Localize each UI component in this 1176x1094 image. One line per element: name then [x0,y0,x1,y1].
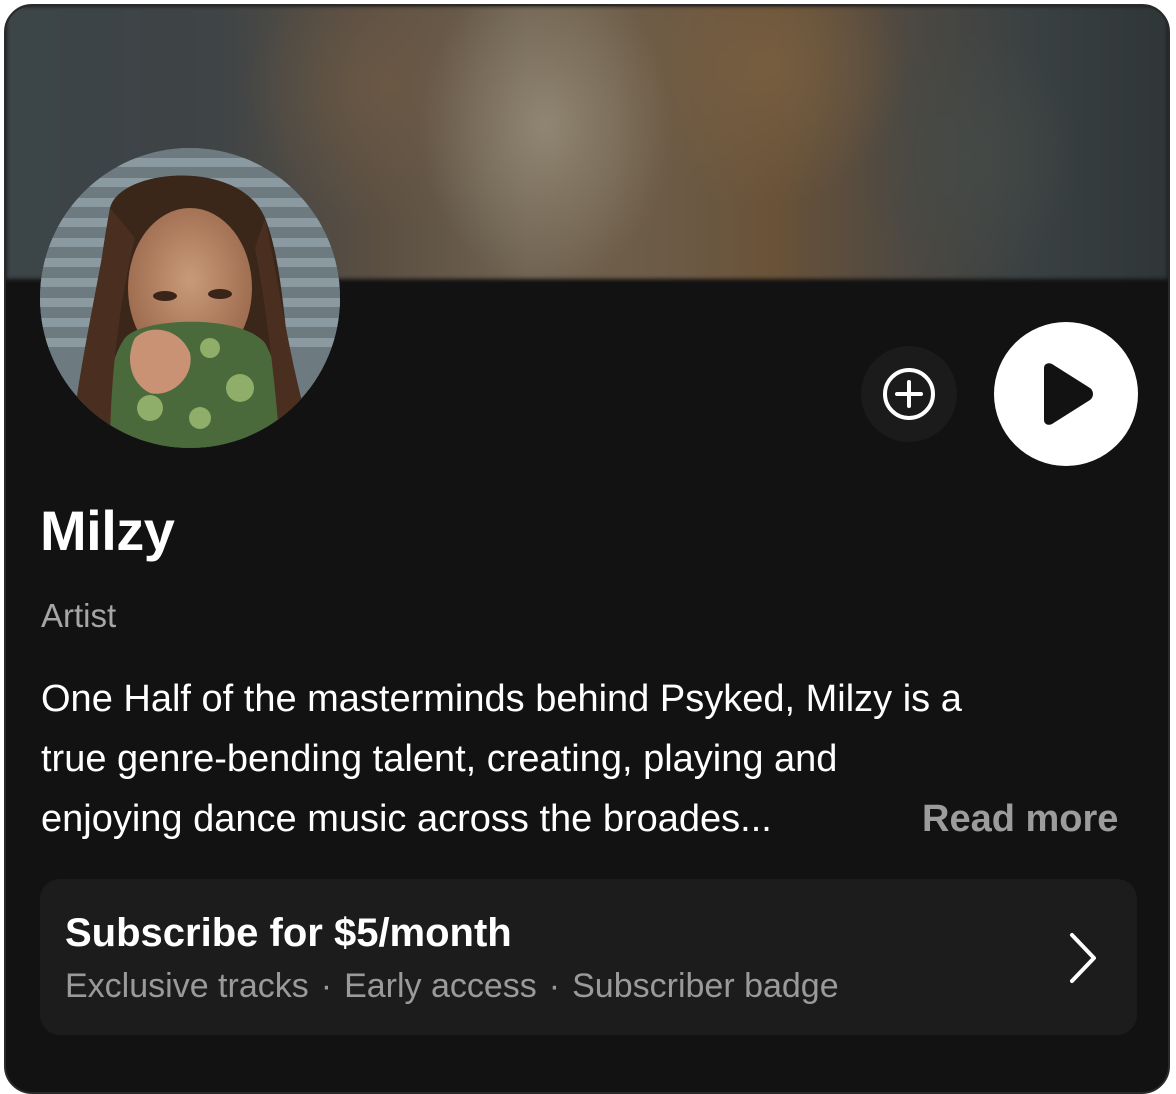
follow-button[interactable] [861,346,957,442]
artist-avatar [40,148,340,448]
bio-line: true genre-bending talent, creating, pla… [41,738,838,780]
perk-separator: · [320,967,333,1005]
subscribe-title: Subscribe for $5/month [65,911,512,955]
artist-name: Milzy [40,499,175,562]
avatar-photo [40,148,340,448]
bio-line: One Half of the masterminds behind Psyke… [41,678,962,720]
perk-separator: · [548,967,561,1005]
artist-role: Artist [41,597,117,634]
subscribe-perks: Exclusive tracks · Early access · Subscriber… [65,965,839,1007]
play-button[interactable] [994,322,1138,466]
perk-item: Early access [344,967,537,1005]
play-icon [1044,363,1093,425]
plus-circle-icon [883,368,935,420]
perk-item: Subscriber badge [572,967,839,1005]
subscribe-card[interactable]: Subscribe for $5/month Exclusive tracks ·… [40,879,1137,1035]
read-more-link[interactable]: Read more [922,789,1118,849]
chevron-right-icon[interactable] [1066,931,1100,985]
perk-item: Exclusive tracks [65,967,309,1005]
artist-card: Milzy Artist One Half of the masterminds… [4,4,1170,1094]
